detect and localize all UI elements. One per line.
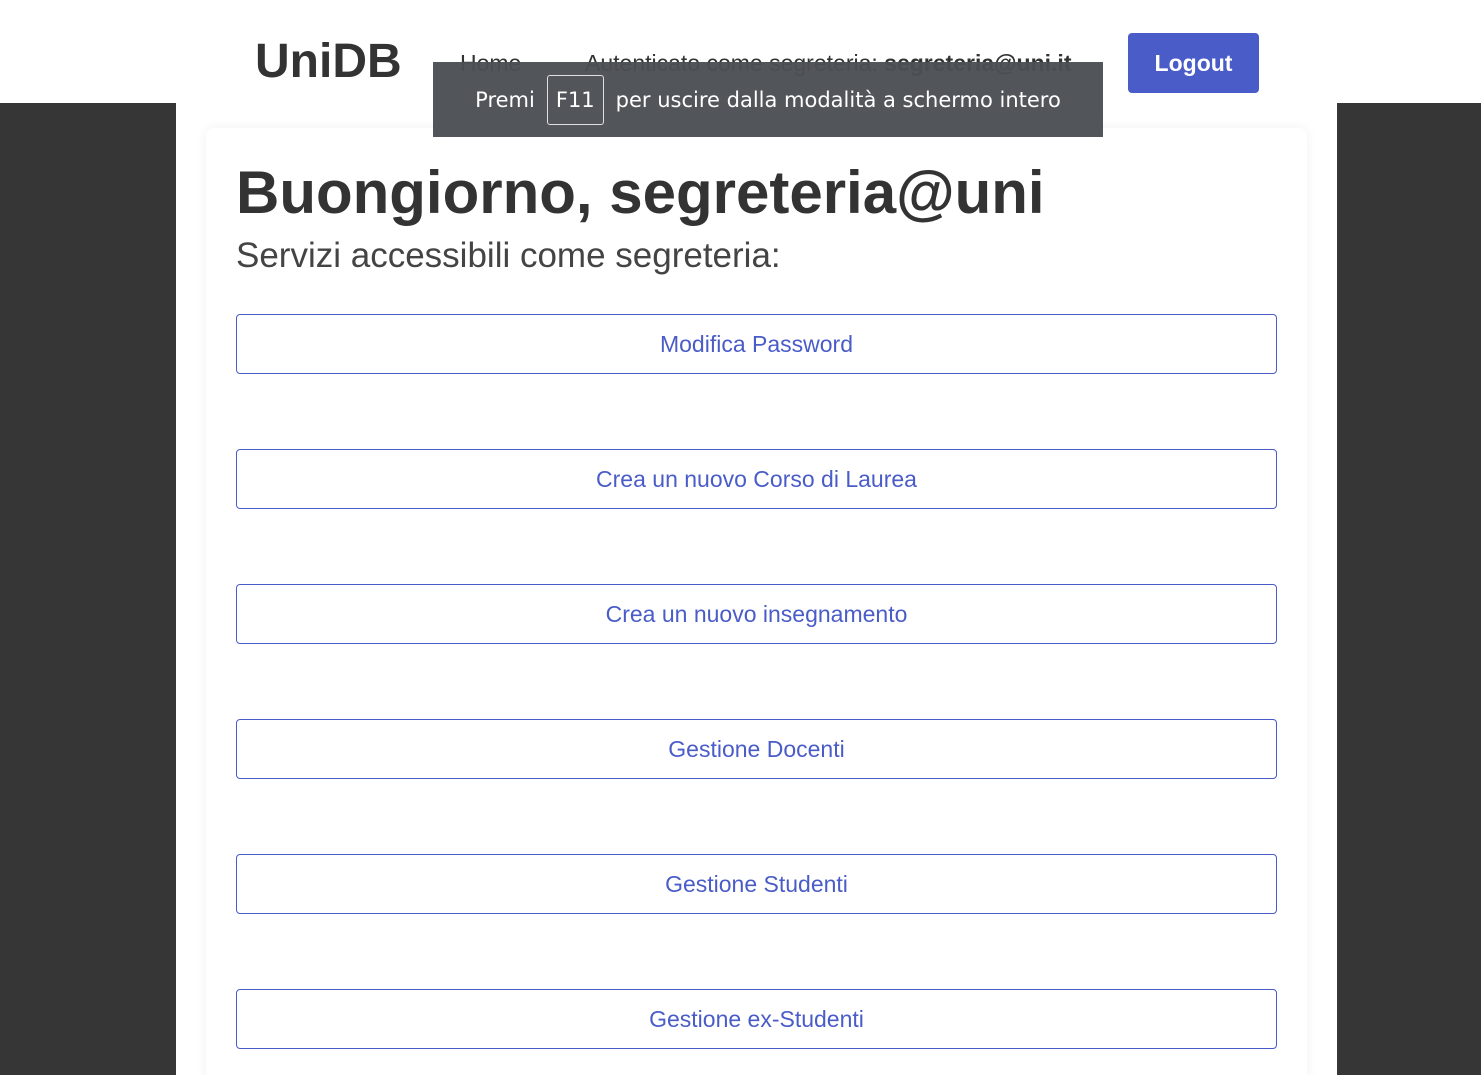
f11-key: F11: [546, 74, 604, 125]
fullscreen-notice-suffix: per uscire dalla modalità a schermo inte…: [615, 87, 1061, 112]
gestione-ex-studenti-button[interactable]: Gestione ex-Studenti: [236, 989, 1277, 1049]
gestione-docenti-button[interactable]: Gestione Docenti: [236, 719, 1277, 779]
site-logo[interactable]: UniDB: [255, 34, 402, 89]
page-title: Buongiorno, segreteria@uni: [236, 159, 1045, 226]
gestione-studenti-button[interactable]: Gestione Studenti: [236, 854, 1277, 914]
fullscreen-notice: Premi F11 per uscire dalla modalità a sc…: [433, 62, 1103, 137]
crea-corso-laurea-button[interactable]: Crea un nuovo Corso di Laurea: [236, 449, 1277, 509]
fullscreen-notice-prefix: Premi: [475, 87, 535, 112]
page-subtitle: Servizi accessibili come segreteria:: [236, 236, 781, 275]
logout-button[interactable]: Logout: [1128, 33, 1259, 93]
crea-insegnamento-button[interactable]: Crea un nuovo insegnamento: [236, 584, 1277, 644]
modifica-password-button[interactable]: Modifica Password: [236, 314, 1277, 374]
